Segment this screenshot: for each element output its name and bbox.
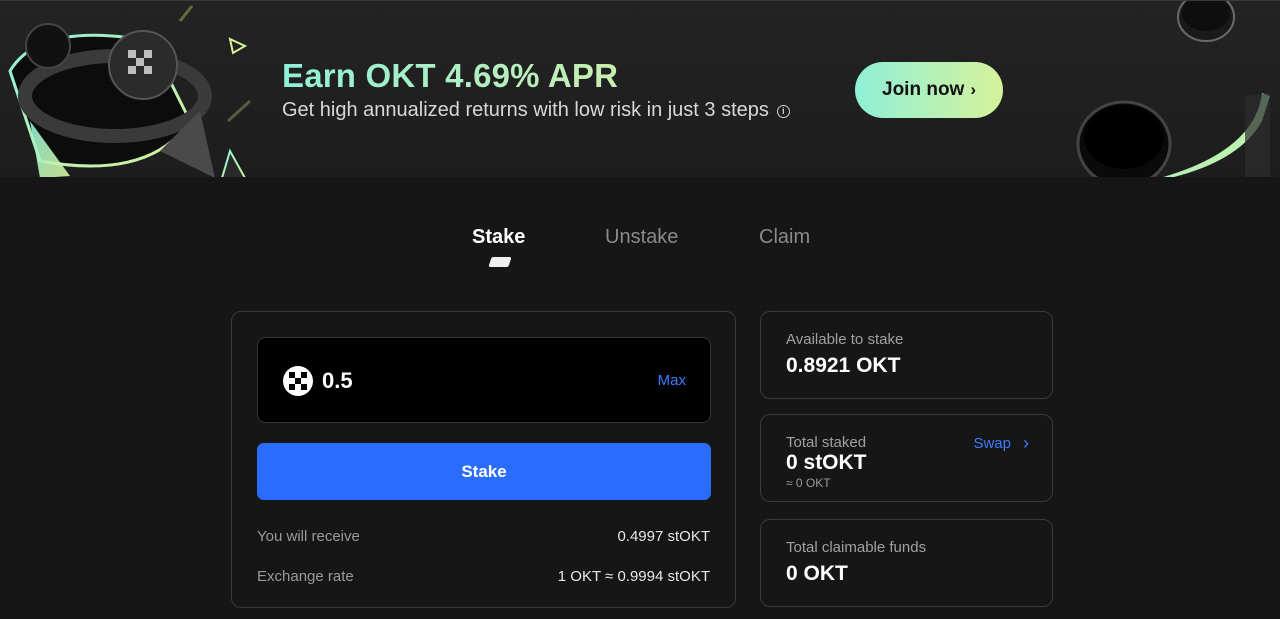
chevron-right-icon: › [1023, 433, 1029, 453]
banner-subtitle-text: Get high annualized returns with low ris… [282, 99, 769, 121]
amount-value[interactable]: 0.5 [322, 368, 353, 394]
total-staked-card: Total staked Swap › 0 stOKT ≈ 0 OKT [760, 414, 1053, 502]
join-now-label: Join now [882, 79, 965, 100]
receive-label: You will receive [257, 528, 360, 545]
active-tab-indicator [488, 257, 512, 267]
staked-value: 0 stOKT [786, 451, 867, 474]
tab-claim[interactable]: Claim [759, 226, 810, 249]
claimable-funds-card: Total claimable funds 0 OKT [760, 519, 1053, 607]
info-icon[interactable]: i [776, 105, 790, 118]
swap-label: Swap [973, 435, 1011, 452]
stake-form-panel: 0.5 Max Stake You will receive 0.4997 st… [231, 311, 736, 608]
exchange-rate-label: Exchange rate [257, 568, 354, 585]
swap-link[interactable]: Swap › [973, 433, 1029, 454]
staked-label: Total staked [786, 434, 867, 451]
staked-sub-value: ≈ 0 OKT [786, 476, 831, 490]
banner-title: Earn OKT 4.69% APR [282, 57, 619, 94]
stake-button[interactable]: Stake [257, 443, 711, 500]
tab-unstake[interactable]: Unstake [605, 226, 678, 249]
available-value: 0.8921 OKT [786, 354, 901, 377]
chevron-right-icon: › [970, 80, 976, 99]
receive-value: 0.4997 stOKT [617, 528, 710, 545]
exchange-rate-value: 1 OKT ≈ 0.9994 stOKT [557, 568, 710, 585]
okt-logo-icon [283, 366, 313, 396]
tab-stake[interactable]: Stake [472, 226, 525, 249]
join-now-button[interactable]: Join now › [855, 62, 1003, 118]
banner-subtitle: Get high annualized returns with low ris… [282, 99, 790, 122]
available-to-stake-card: Available to stake 0.8921 OKT [760, 311, 1053, 399]
promo-banner: Earn OKT 4.69% APR Get high annualized r… [0, 0, 1280, 177]
max-button[interactable]: Max [658, 372, 686, 389]
claimable-label: Total claimable funds [786, 539, 927, 556]
staking-illustration-right [1076, 1, 1270, 177]
available-label: Available to stake [786, 331, 904, 348]
stake-tabs: Stake Unstake Claim [0, 226, 1280, 276]
staking-illustration-left [8, 5, 252, 177]
amount-input[interactable]: 0.5 Max [257, 337, 711, 423]
claimable-value: 0 OKT [786, 562, 848, 585]
